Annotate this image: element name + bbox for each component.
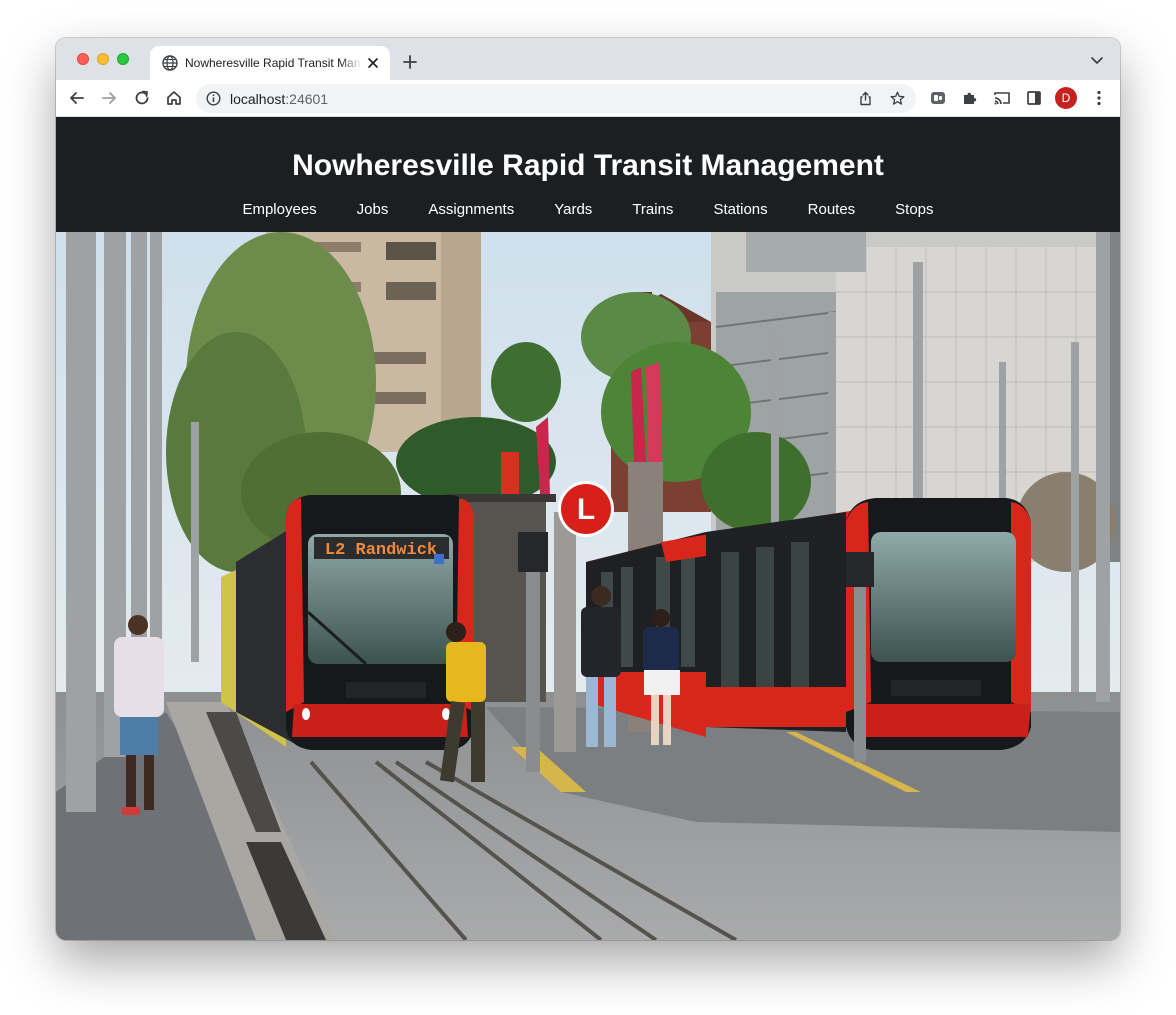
page-content: Nowheresville Rapid Transit Management E… [56, 117, 1120, 940]
url-host: localhost [230, 91, 286, 107]
site-header: Nowheresville Rapid Transit Management E… [56, 117, 1120, 232]
arrow-right-icon[interactable] [100, 89, 118, 107]
nav-link-stops[interactable]: Stops [875, 201, 953, 218]
plus-icon[interactable] [402, 54, 418, 70]
profile-avatar[interactable]: D [1055, 87, 1077, 109]
nav-link-jobs[interactable]: Jobs [337, 201, 409, 218]
nav-link-stations[interactable]: Stations [693, 201, 787, 218]
tram-destination-display: L2 Randwick [325, 541, 437, 560]
browser-window: Nowheresville Rapid Transit Management [56, 38, 1120, 940]
address-bar[interactable]: localhost:24601 [196, 84, 916, 113]
reload-icon[interactable] [133, 89, 151, 107]
main-nav: Employees Jobs Assignments Yards Trains … [56, 201, 1120, 218]
tab-title-fade [340, 52, 362, 74]
side-panel-icon[interactable] [1025, 89, 1043, 107]
nav-link-yards[interactable]: Yards [534, 201, 612, 218]
url-port: :24601 [285, 91, 329, 107]
kebab-menu-icon[interactable] [1090, 89, 1108, 107]
nav-link-trains[interactable]: Trains [612, 201, 693, 218]
share-icon[interactable] [858, 91, 873, 106]
page-title: Nowheresville Rapid Transit Management [292, 149, 884, 182]
zoom-window-button[interactable] [117, 53, 129, 65]
info-icon[interactable] [206, 91, 221, 106]
minimize-window-button[interactable] [97, 53, 109, 65]
tram-photo: L L2 Randwick [56, 232, 1120, 940]
nav-link-employees[interactable]: Employees [222, 201, 336, 218]
browser-toolbar: localhost:24601 D [56, 80, 1120, 117]
chevron-down-icon[interactable] [1090, 56, 1104, 66]
tab-title: Nowheresville Rapid Transit Management [185, 56, 360, 70]
globe-icon [162, 55, 178, 71]
puzzle-icon[interactable] [961, 89, 979, 107]
active-tab[interactable]: Nowheresville Rapid Transit Management [150, 46, 390, 80]
close-icon[interactable] [366, 56, 380, 70]
home-icon[interactable] [165, 89, 183, 107]
cast-icon[interactable] [993, 89, 1011, 107]
stop-sign-letter: L [577, 493, 595, 526]
nav-link-routes[interactable]: Routes [788, 201, 876, 218]
tab-strip: Nowheresville Rapid Transit Management [56, 38, 1120, 80]
hero-image: L L2 Randwick [56, 232, 1120, 940]
arrow-left-icon[interactable] [68, 89, 86, 107]
url-text: localhost:24601 [230, 91, 328, 107]
extension-icon[interactable] [929, 89, 947, 107]
close-window-button[interactable] [77, 53, 89, 65]
star-icon[interactable] [890, 91, 905, 106]
nav-link-assignments[interactable]: Assignments [408, 201, 534, 218]
